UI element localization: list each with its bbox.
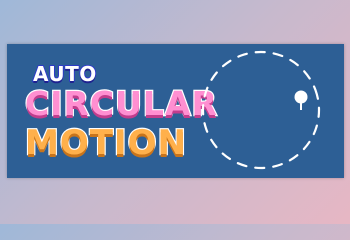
dashed-circle-icon bbox=[201, 50, 321, 170]
title-banner: AUTO CIRCULAR MOTION bbox=[7, 44, 344, 178]
orbit-graphic bbox=[201, 50, 321, 170]
title-line-motion: MOTION bbox=[24, 123, 187, 163]
ball-icon bbox=[294, 90, 308, 110]
title-line-auto: AUTO bbox=[32, 62, 97, 86]
